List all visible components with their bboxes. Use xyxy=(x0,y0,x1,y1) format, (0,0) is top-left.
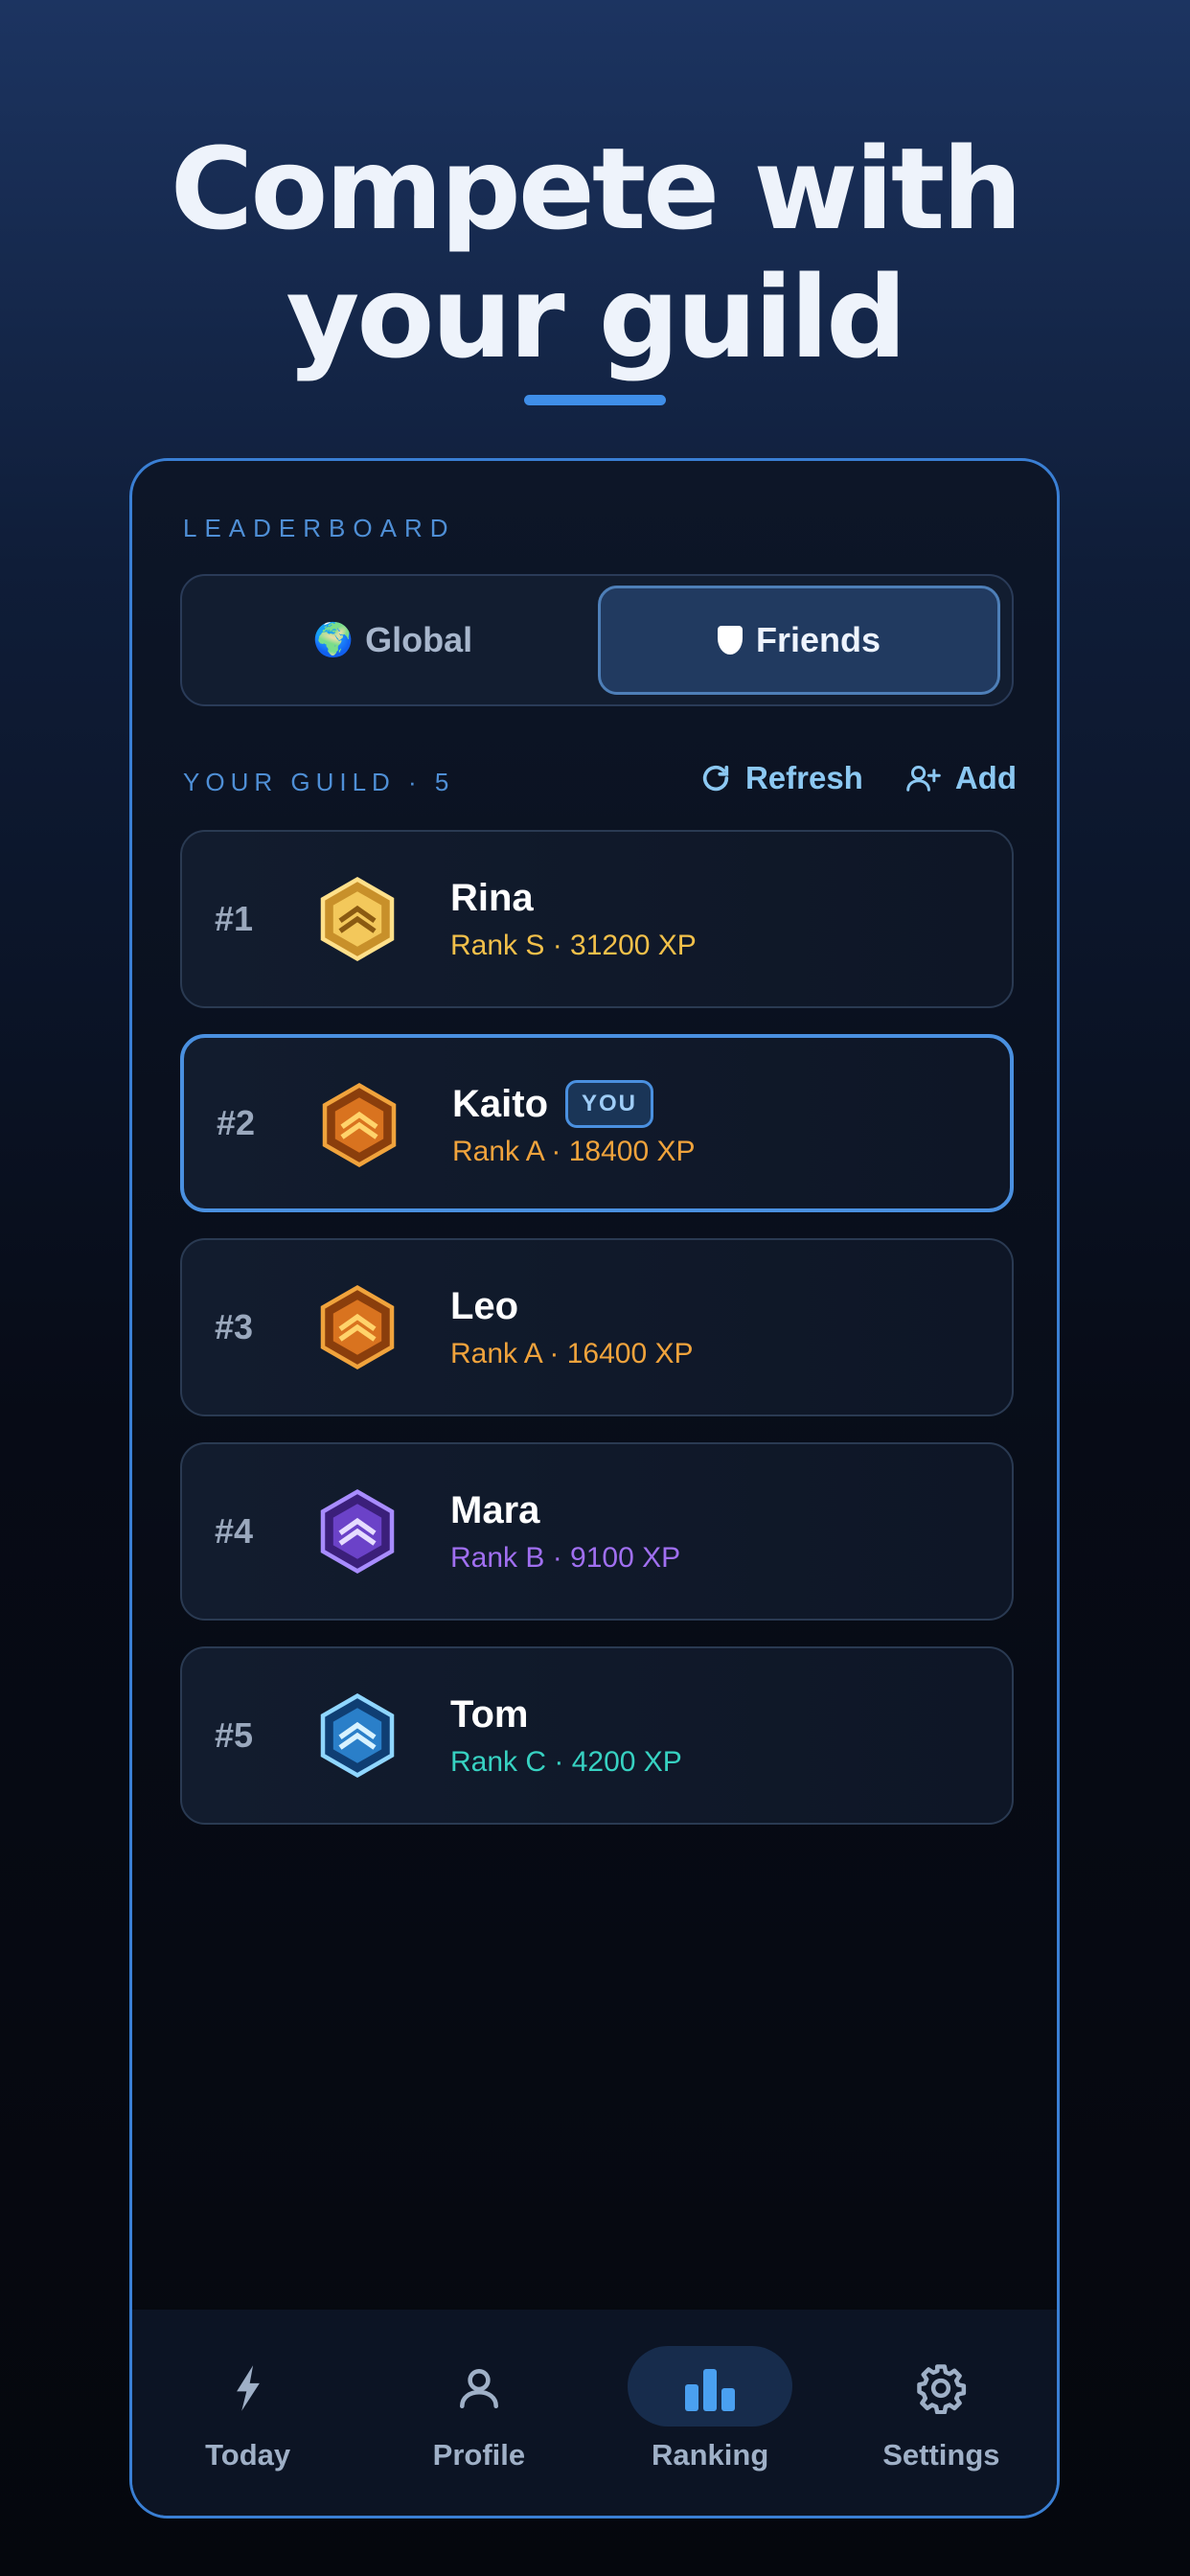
leaderboard-row-4[interactable]: #4 Mara Rank B · 9100 XP xyxy=(180,1442,1014,1621)
add-user-icon xyxy=(906,765,941,792)
player-rank-xp: Rank A · 16400 XP xyxy=(450,1338,694,1369)
nav-profile[interactable]: Profile xyxy=(363,2310,594,2516)
nav-ranking-label: Ranking xyxy=(651,2438,769,2472)
bronze-badge-icon xyxy=(320,1285,395,1369)
nav-settings[interactable]: Settings xyxy=(826,2310,1057,2516)
rank-number: #3 xyxy=(215,1307,254,1346)
nav-profile-label: Profile xyxy=(432,2438,526,2472)
player-rank-xp: Rank A · 18400 XP xyxy=(452,1136,696,1167)
purple-badge-icon xyxy=(320,1489,395,1574)
rank-number: #2 xyxy=(217,1103,256,1142)
shield-icon xyxy=(717,626,743,655)
tab-global-label: Global xyxy=(365,620,473,659)
hero-line-2: your guild xyxy=(286,251,906,383)
player-rank-xp: Rank B · 9100 XP xyxy=(450,1542,681,1574)
tab-friends[interactable]: Friends xyxy=(598,586,1000,695)
person-icon xyxy=(455,2363,503,2413)
refresh-button[interactable]: Refresh xyxy=(699,760,863,796)
leaderboard-label: LEADERBOARD xyxy=(183,514,456,542)
leaderboard-row-5[interactable]: #5 Tom Rank C · 4200 XP xyxy=(180,1646,1014,1825)
nav-today-label: Today xyxy=(205,2438,291,2472)
bottom-nav: Today Profile Ranking Settings xyxy=(132,2310,1057,2516)
nav-today[interactable]: Today xyxy=(132,2310,363,2516)
lightning-icon xyxy=(232,2363,264,2413)
rank-number: #1 xyxy=(215,899,254,938)
guild-header: YOUR GUILD · 5 Refresh Add xyxy=(183,760,1017,808)
refresh-icon xyxy=(702,765,729,792)
rank-number: #5 xyxy=(215,1715,254,1755)
leaderboard-list: #1 Rina Rank S · 31200 XP #2 Kaito YOU R… xyxy=(180,830,1014,1851)
leaderboard-row-1[interactable]: #1 Rina Rank S · 31200 XP xyxy=(180,830,1014,1008)
player-rank-xp: Rank S · 31200 XP xyxy=(450,930,697,961)
nav-settings-label: Settings xyxy=(882,2438,1000,2472)
bronze-badge-icon xyxy=(322,1083,397,1167)
scope-switch: 🌍 Global Friends xyxy=(180,574,1014,706)
refresh-label: Refresh xyxy=(744,760,863,795)
player-name: Rina xyxy=(450,876,534,919)
hero-line-1: Compete with xyxy=(170,123,1023,255)
globe-icon: 🌍 xyxy=(312,622,355,658)
leaderboard-row-2[interactable]: #2 Kaito YOU Rank A · 18400 XP xyxy=(180,1034,1014,1212)
tab-global[interactable]: 🌍 Global xyxy=(192,586,594,695)
leaderboard-row-3[interactable]: #3 Leo Rank A · 16400 XP xyxy=(180,1238,1014,1416)
add-friend-button[interactable]: Add xyxy=(905,760,1017,796)
tab-friends-label: Friends xyxy=(755,620,881,659)
gear-icon xyxy=(915,2363,967,2414)
gold-badge-icon xyxy=(320,877,395,961)
player-name: Leo xyxy=(450,1284,519,1327)
player-name: Mara xyxy=(450,1488,540,1531)
player-name: Kaito xyxy=(452,1082,548,1125)
rank-number: #4 xyxy=(215,1511,254,1551)
add-label: Add xyxy=(954,760,1017,795)
app-screen: LEADERBOARD 🌍 Global Friends YOUR GUILD … xyxy=(129,458,1060,2518)
nav-ranking[interactable]: Ranking xyxy=(595,2310,826,2516)
hero-title: Compete with your guild xyxy=(0,125,1190,381)
you-badge: YOU xyxy=(565,1080,654,1128)
player-rank-xp: Rank C · 4200 XP xyxy=(450,1746,682,1778)
bar-chart-icon xyxy=(683,2363,737,2413)
player-name: Tom xyxy=(450,1692,529,1736)
guild-label: YOUR GUILD · 5 xyxy=(183,768,455,796)
blue-badge-icon xyxy=(320,1693,395,1778)
hero-underline xyxy=(524,395,666,405)
